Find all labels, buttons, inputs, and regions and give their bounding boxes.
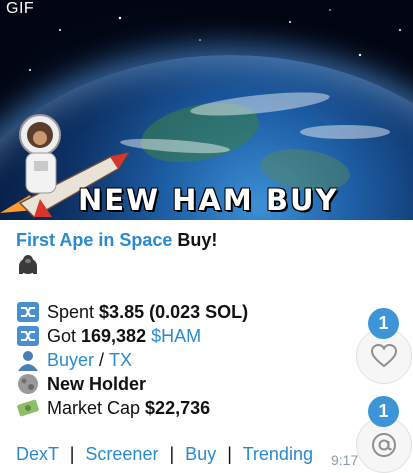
spent-label: Spent xyxy=(47,302,100,322)
buyer-link[interactable]: Buyer xyxy=(47,348,94,372)
spent-line: Spent $3.85 (0.023 SOL) xyxy=(16,300,356,324)
got-line: Got 169,382 $HAM xyxy=(16,324,356,348)
token-name-link[interactable]: First Ape in Space xyxy=(16,228,172,252)
cloud xyxy=(300,125,390,139)
tx-link[interactable]: TX xyxy=(109,348,132,372)
shuffle-icon xyxy=(17,302,39,322)
mcap-line: Market Cap $22,736 xyxy=(16,396,356,420)
message-timestamp: 9:17 xyxy=(331,452,359,468)
gif-banner-text: NEW HAM BUY xyxy=(78,183,339,217)
mcap-value: $22,736 xyxy=(145,398,211,418)
gorilla-line xyxy=(16,252,356,276)
new-moon-icon xyxy=(18,374,38,394)
person-silhouette-icon xyxy=(18,351,38,371)
mcap-label: Market Cap xyxy=(47,398,146,418)
holder-status: New Holder xyxy=(47,374,147,394)
got-amount: 169,382 xyxy=(81,326,147,346)
like-count-badge: 1 xyxy=(368,308,399,339)
mention-icon xyxy=(372,433,396,457)
link-separator: | xyxy=(169,444,175,464)
spent-value: $3.85 (0.023 SOL) xyxy=(99,302,249,322)
gif-media[interactable]: GIF NEW HAM BUY xyxy=(0,0,413,220)
message-text: First Ape in Space Buy! Spent $3.85 (0.0… xyxy=(16,228,356,420)
buy-label: Buy! xyxy=(172,230,218,250)
flying-money-icon xyxy=(17,399,39,417)
buyer-separator: / xyxy=(94,350,110,370)
footer-links: DexT | Screener | Buy | Trending xyxy=(16,444,313,465)
mention-count-badge: 1 xyxy=(368,396,399,427)
got-label: Got xyxy=(47,326,82,346)
heart-icon xyxy=(371,344,397,368)
gorilla-icon xyxy=(19,255,37,274)
dext-link[interactable]: DexT xyxy=(16,444,59,464)
shuffle-icon xyxy=(17,326,39,346)
gif-badge: GIF xyxy=(6,0,35,17)
buyer-line: Buyer / TX xyxy=(16,348,356,372)
holder-line: New Holder xyxy=(16,372,356,396)
trending-link[interactable]: Trending xyxy=(243,444,313,464)
buy-link[interactable]: Buy xyxy=(185,444,216,464)
token-ticker-link[interactable]: $HAM xyxy=(151,324,201,348)
title-line: First Ape in Space Buy! xyxy=(16,228,356,252)
link-separator: | xyxy=(227,444,232,464)
link-separator: | xyxy=(69,444,75,464)
screener-link[interactable]: Screener xyxy=(85,444,158,464)
